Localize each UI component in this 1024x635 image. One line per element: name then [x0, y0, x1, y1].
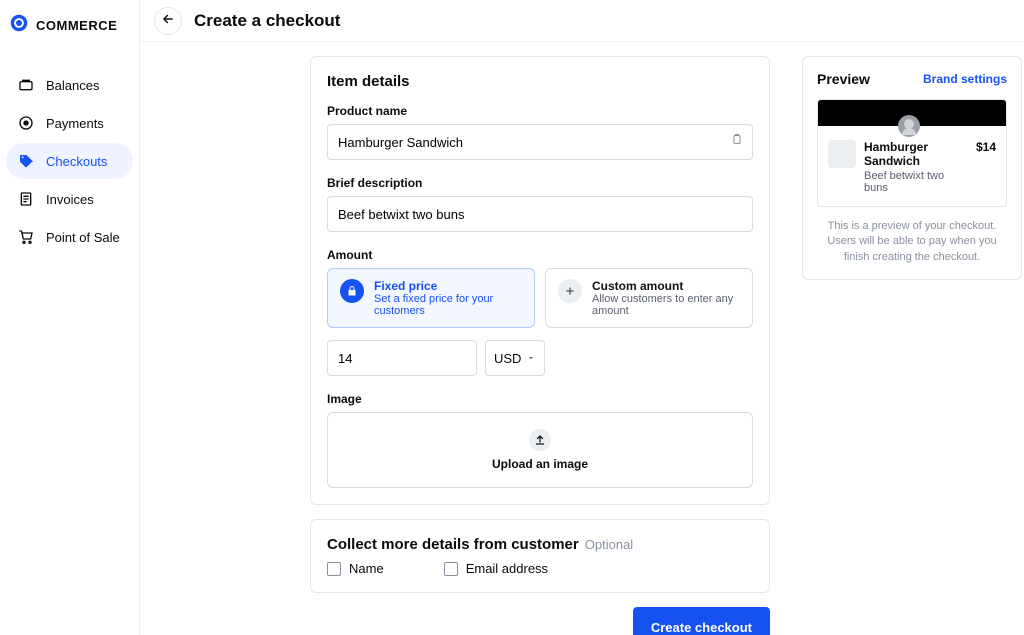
checkbox-label: Name [349, 561, 384, 576]
preview-thumb [828, 140, 856, 168]
checkbox-box-icon [327, 562, 341, 576]
option-custom-amount[interactable]: Custom amount Allow customers to enter a… [545, 268, 753, 328]
option-sub: Set a fixed price for your customers [374, 293, 522, 317]
optional-label: Optional [585, 537, 633, 552]
item-details-card: Item details Product name Brief descript… [310, 56, 770, 505]
clipboard-icon[interactable] [731, 133, 743, 152]
sidebar: COMMERCE Balances Payments Checkouts [0, 0, 140, 635]
topbar: Create a checkout [140, 0, 1024, 42]
preview-product-name: Hamburger Sandwich [864, 140, 968, 168]
sidebar-item-label: Checkouts [46, 154, 107, 169]
brand-settings-link[interactable]: Brand settings [923, 72, 1007, 86]
brand-logo-icon [10, 14, 28, 37]
sidebar-item-label: Balances [46, 78, 99, 93]
checkbox-name[interactable]: Name [327, 561, 384, 576]
card-title: Collect more details from customer [327, 536, 579, 553]
checkbox-label: Email address [466, 561, 548, 576]
caret-down-icon [526, 351, 536, 366]
create-checkout-button[interactable]: Create checkout [633, 607, 770, 635]
brief-desc-label: Brief description [327, 176, 753, 190]
sidebar-item-invoices[interactable]: Invoices [6, 181, 133, 217]
sidebar-item-checkouts[interactable]: Checkouts [6, 143, 133, 179]
preview-product-desc: Beef betwixt two buns [864, 170, 968, 194]
sidebar-item-label: Payments [46, 116, 104, 131]
brand-name: COMMERCE [36, 18, 117, 33]
checkouts-icon [18, 153, 34, 169]
option-title: Custom amount [592, 279, 740, 293]
sidebar-item-pos[interactable]: Point of Sale [6, 219, 133, 255]
plus-icon [558, 279, 582, 303]
brief-desc-input[interactable] [327, 196, 753, 232]
image-label: Image [327, 392, 753, 406]
invoices-icon [18, 191, 34, 207]
preview-title: Preview [817, 71, 870, 87]
arrow-left-icon [161, 12, 175, 29]
sidebar-item-label: Invoices [46, 192, 94, 207]
amount-label: Amount [327, 248, 753, 262]
product-name-input[interactable] [327, 124, 753, 160]
preview-price: $14 [976, 140, 996, 194]
brand-logo: COMMERCE [0, 12, 139, 51]
product-name-label: Product name [327, 104, 753, 118]
checkbox-box-icon [444, 562, 458, 576]
preview-mini: Hamburger Sandwich Beef betwixt two buns… [817, 99, 1007, 207]
content: Item details Product name Brief descript… [140, 42, 1024, 635]
collect-details-card: Collect more details from customer Optio… [310, 519, 770, 593]
option-sub: Allow customers to enter any amount [592, 293, 740, 317]
sidebar-nav: Balances Payments Checkouts Invoices [0, 51, 139, 271]
avatar-icon [898, 115, 920, 137]
checkbox-email[interactable]: Email address [444, 561, 548, 576]
main: Create a checkout Item details Product n… [140, 0, 1024, 635]
upload-icon [529, 429, 551, 451]
preview-header-bar [818, 100, 1006, 126]
currency-value: USD [494, 351, 521, 366]
back-button[interactable] [154, 7, 182, 35]
option-title: Fixed price [374, 279, 522, 293]
card-title: Item details [327, 73, 753, 90]
amount-input[interactable] [327, 340, 477, 376]
payments-icon [18, 115, 34, 131]
option-fixed-price[interactable]: Fixed price Set a fixed price for your c… [327, 268, 535, 328]
currency-select[interactable]: USD [485, 340, 545, 376]
lock-icon [340, 279, 364, 303]
balances-icon [18, 77, 34, 93]
sidebar-item-payments[interactable]: Payments [6, 105, 133, 141]
sidebar-item-balances[interactable]: Balances [6, 67, 133, 103]
preview-note: This is a preview of your checkout. User… [817, 219, 1007, 265]
upload-label: Upload an image [492, 457, 588, 471]
image-upload[interactable]: Upload an image [327, 412, 753, 488]
sidebar-item-label: Point of Sale [46, 230, 120, 245]
pos-icon [18, 229, 34, 245]
page-title: Create a checkout [194, 11, 340, 31]
preview-panel: Preview Brand settings [802, 56, 1022, 280]
